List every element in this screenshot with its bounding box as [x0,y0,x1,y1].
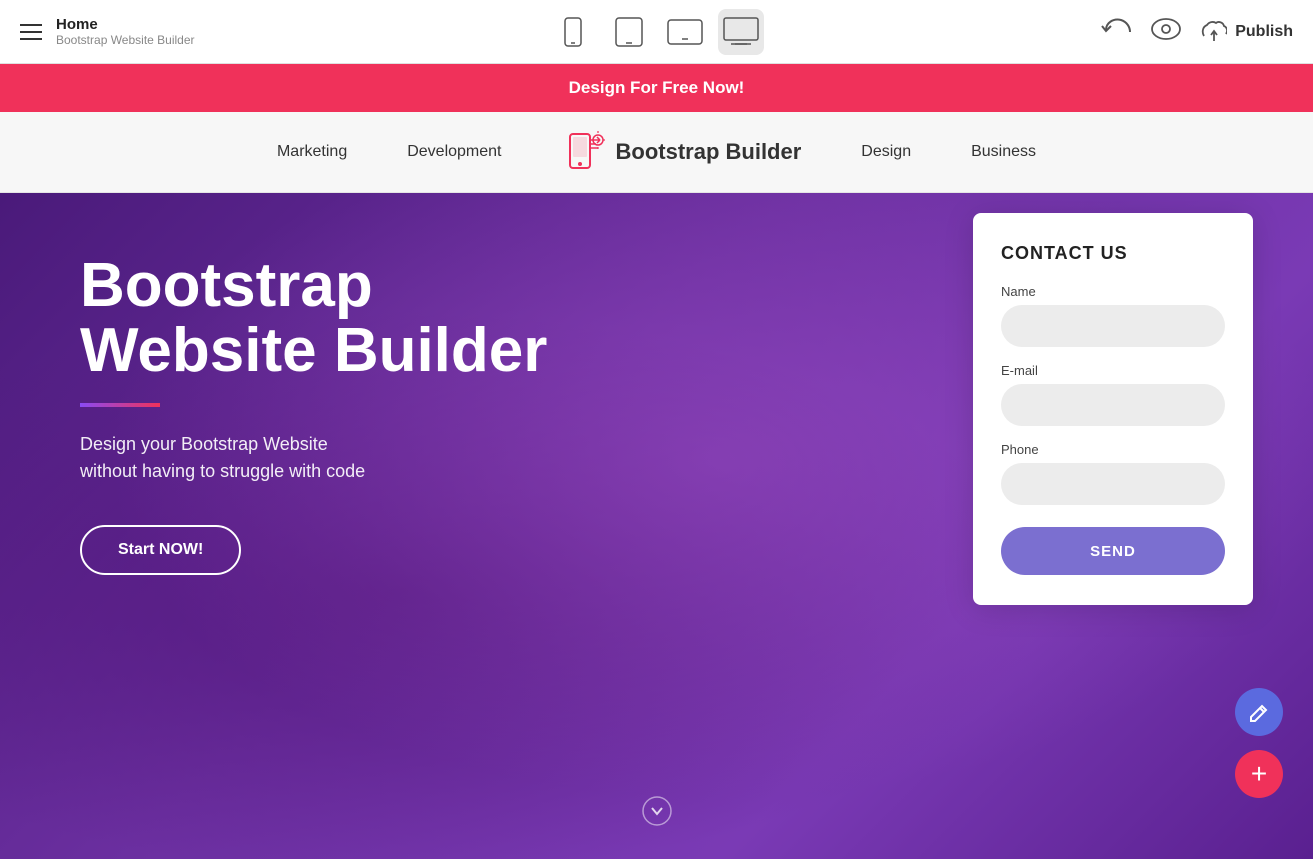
topbar: Home Bootstrap Website Builder [0,0,1313,64]
topbar-subtitle: Bootstrap Website Builder [56,33,195,47]
contact-form-title: CONTACT US [1001,243,1225,264]
preview-icon[interactable] [1151,18,1181,45]
phone-label: Phone [1001,442,1225,457]
nav-item-business[interactable]: Business [971,143,1036,161]
send-button[interactable]: SEND [1001,527,1225,575]
nav-item-marketing[interactable]: Marketing [277,143,347,161]
site-nav: Marketing Development Bootstrap Builder … [0,112,1313,193]
site-logo-text: Bootstrap Builder [616,139,802,165]
topbar-right: Publish [1101,16,1293,47]
hero-subtitle: Design your Bootstrap Websitewithout hav… [80,431,620,485]
logo-icon [562,130,606,174]
add-fab-button[interactable]: + [1235,750,1283,798]
contact-form-card: CONTACT US Name E-mail Phone SEND [973,213,1253,605]
hero-title: Bootstrap Website Builder [80,253,620,383]
edit-icon [1248,701,1270,723]
hero-title-line2: Website Builder [80,316,547,385]
topbar-title: Home Bootstrap Website Builder [56,16,195,47]
device-desktop-button[interactable] [718,9,764,55]
chevron-down-icon [642,796,672,826]
publish-button[interactable]: Publish [1201,21,1293,43]
hero-section: Bootstrap Website Builder Design your Bo… [0,193,1313,859]
edit-fab-button[interactable] [1235,688,1283,736]
site-logo: Bootstrap Builder [562,130,802,174]
scroll-down-indicator [642,796,672,831]
name-label: Name [1001,284,1225,299]
fab-container: + [1235,688,1283,798]
hamburger-menu-icon[interactable] [20,24,42,40]
email-field-group: E-mail [1001,363,1225,426]
phone-input[interactable] [1001,463,1225,505]
nav-item-design[interactable]: Design [861,143,911,161]
phone-field-group: Phone [1001,442,1225,505]
device-switcher [550,9,764,55]
plus-icon: + [1251,758,1267,790]
hero-content: Bootstrap Website Builder Design your Bo… [0,193,700,635]
hero-divider [80,403,160,407]
promo-text: Design For Free Now! [569,78,745,97]
nav-item-development[interactable]: Development [407,143,501,161]
hero-cta-button[interactable]: Start NOW! [80,525,241,575]
device-tablet-button[interactable] [606,9,652,55]
topbar-home-label: Home [56,16,195,33]
hero-title-line1: Bootstrap [80,251,373,320]
name-input[interactable] [1001,305,1225,347]
name-field-group: Name [1001,284,1225,347]
email-input[interactable] [1001,384,1225,426]
promo-bar[interactable]: Design For Free Now! [0,64,1313,112]
device-mobile-button[interactable] [550,9,596,55]
publish-label: Publish [1235,23,1293,41]
email-label: E-mail [1001,363,1225,378]
undo-icon[interactable] [1101,16,1131,47]
device-tablet-landscape-button[interactable] [662,9,708,55]
